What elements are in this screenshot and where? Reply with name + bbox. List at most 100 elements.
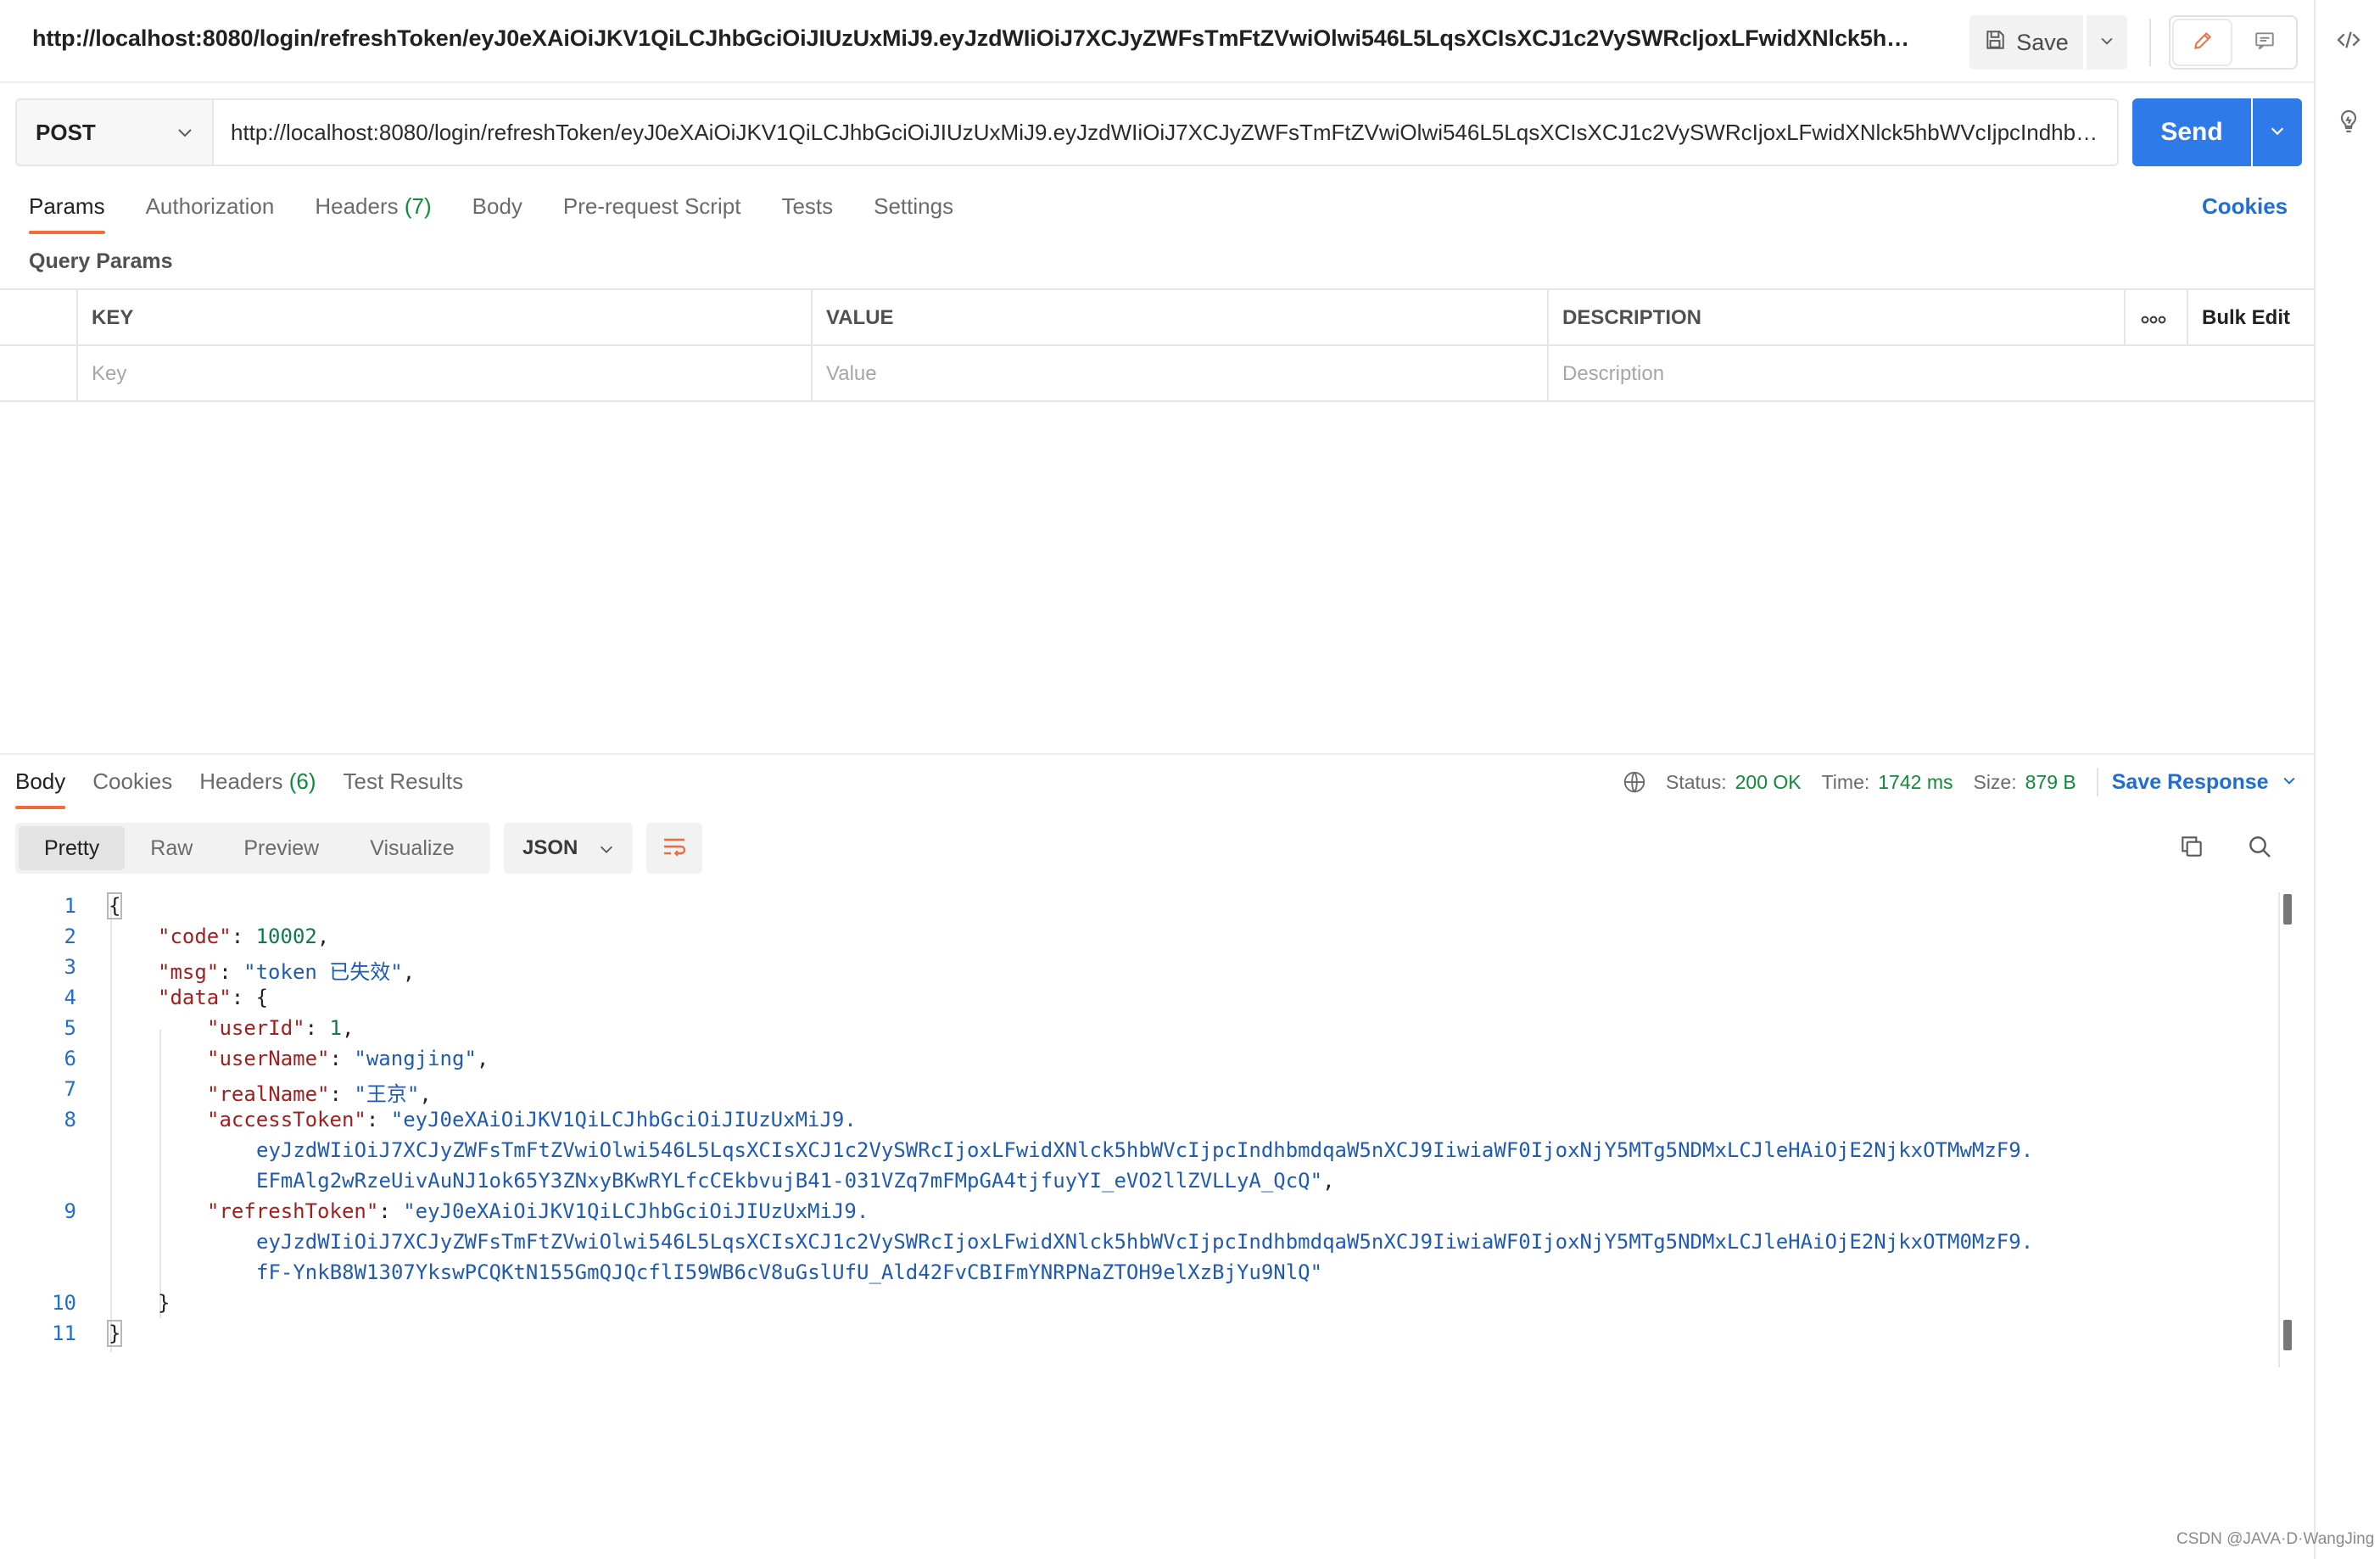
json-key: "accessToken"	[207, 1108, 366, 1132]
value-input[interactable]: Value	[811, 346, 1547, 402]
comments-mode-button[interactable]	[2236, 20, 2293, 64]
description-input[interactable]: Description	[1547, 346, 2293, 402]
tab-headers[interactable]: Headers (7)	[315, 192, 431, 234]
wrap-lines-icon	[661, 835, 688, 863]
request-title[interactable]: http://localhost:8080/login/refreshToken…	[32, 25, 1915, 52]
mode-toggle	[2169, 15, 2298, 70]
json-comma: ,	[316, 925, 330, 948]
save-button[interactable]: Save	[1969, 15, 2083, 70]
json-string: "eyJ0eXAiOiJKV1QiLCJhbGciOiJIUzUxMiJ9.	[403, 1199, 869, 1223]
wrap-lines-button[interactable]	[646, 823, 702, 874]
json-string: eyJzdWIiOiJ7XCJyZWFsTmFtZVwiOlwi546L5Lqs…	[256, 1138, 2034, 1162]
json-brace: }	[106, 1320, 123, 1347]
json-string: "eyJ0eXAiOiJKV1QiLCJhbGciOiJIUzUxMiJ9.	[390, 1108, 857, 1132]
url-value: http://localhost:8080/login/refreshToken…	[231, 119, 2100, 145]
more-options-button[interactable]	[2126, 290, 2187, 346]
view-pretty[interactable]: Pretty	[19, 826, 126, 870]
code-line: "data": {	[158, 986, 268, 1009]
line-number: 1	[64, 894, 76, 918]
send-button[interactable]: Send	[2132, 98, 2251, 166]
json-string: fF-YnkB8W1307YkswPCQKtN155GmQJQcflI59WB6…	[256, 1260, 1323, 1284]
json-key: "realName"	[207, 1082, 330, 1106]
size-value[interactable]: 879 B	[2025, 771, 2076, 794]
response-headers-count: (6)	[288, 768, 316, 794]
tab-response-cookies[interactable]: Cookies	[92, 767, 172, 809]
chevron-down-icon	[175, 122, 195, 148]
key-input[interactable]: Key	[76, 346, 811, 402]
view-visualize[interactable]: Visualize	[344, 826, 480, 870]
line-number: 11	[52, 1322, 76, 1345]
chevron-down-icon	[597, 840, 616, 864]
json-string: eyJzdWIiOiJ7XCJyZWFsTmFtZVwiOlwi546L5Lqs…	[256, 1230, 2034, 1254]
json-colon: :	[329, 1082, 355, 1106]
send-options-button[interactable]	[2253, 98, 2302, 166]
format-select[interactable]: JSON	[504, 823, 633, 874]
line-number: 2	[64, 925, 76, 948]
line-number: 4	[64, 986, 76, 1009]
edit-mode-button[interactable]	[2174, 20, 2231, 64]
json-key: "userId"	[207, 1016, 305, 1040]
json-key: "userName"	[207, 1047, 330, 1070]
save-response-label: Save Response	[2111, 769, 2269, 794]
json-colon: :	[329, 1047, 355, 1070]
response-body-viewer[interactable]: 1 2 3 4 5 6 7 8 9 10 11 { "code": 10002,…	[0, 892, 2290, 1367]
status-label: Status:	[1666, 770, 1727, 793]
json-comma: ,	[476, 1047, 489, 1070]
tab-settings[interactable]: Settings	[874, 192, 953, 234]
tab-response-body[interactable]: Body	[15, 767, 66, 809]
view-preview[interactable]: Preview	[218, 826, 344, 870]
query-params-label: Query Params	[29, 249, 173, 273]
search-button[interactable]	[2241, 830, 2278, 867]
tab-authorization[interactable]: Authorization	[146, 192, 275, 234]
json-comma: ,	[341, 1016, 355, 1040]
tab-body[interactable]: Body	[472, 192, 522, 234]
time-value[interactable]: 1742 ms	[1878, 771, 1953, 794]
save-response-button[interactable]: Save Response	[2112, 770, 2298, 795]
scrollbar-marker	[2283, 1320, 2292, 1350]
json-brace: {	[106, 892, 123, 919]
save-options-button[interactable]	[2087, 15, 2127, 70]
code-snippet-button[interactable]	[2327, 20, 2370, 63]
method-select[interactable]: POST	[15, 98, 212, 166]
json-string: "王京"	[354, 1082, 420, 1106]
tab-tests[interactable]: Tests	[781, 192, 833, 234]
json-open-brace: : {	[231, 986, 269, 1009]
line-number: 3	[64, 955, 76, 979]
json-colon: :	[366, 1108, 391, 1132]
json-colon: :	[378, 1199, 404, 1223]
column-header-key: KEY	[92, 306, 134, 329]
tab-pre-request-script[interactable]: Pre-request Script	[563, 192, 741, 234]
line-number: 8	[64, 1108, 76, 1132]
code-icon	[2335, 26, 2362, 58]
save-group: Save	[1969, 15, 2127, 70]
more-icon	[2141, 306, 2166, 330]
line-number: 5	[64, 1016, 76, 1040]
url-input[interactable]: http://localhost:8080/login/refreshToken…	[212, 98, 2119, 166]
scrollbar-thumb[interactable]	[2283, 894, 2292, 925]
tab-response-headers[interactable]: Headers (6)	[199, 767, 316, 809]
globe-icon[interactable]	[1622, 769, 1647, 795]
chevron-down-icon	[2281, 770, 2298, 795]
column-header-description: DESCRIPTION	[1562, 306, 1702, 329]
response-tabs: Body Cookies Headers (6) Test Results	[15, 767, 463, 809]
json-colon: :	[304, 1016, 330, 1040]
tab-params[interactable]: Params	[29, 192, 105, 234]
code-line: "userId": 1,	[207, 1016, 354, 1040]
view-raw[interactable]: Raw	[125, 826, 218, 870]
json-string: "token 已失效"	[243, 960, 403, 984]
code-line: fF-YnkB8W1307YkswPCQKtN155GmQJQcflI59WB6…	[256, 1260, 1322, 1284]
headers-count: (7)	[404, 193, 432, 219]
response-divider[interactable]	[0, 753, 2314, 755]
scrollbar-track[interactable]	[2278, 892, 2280, 1367]
chevron-down-icon	[2098, 32, 2115, 53]
bulk-edit-button[interactable]: Bulk Edit	[2187, 290, 2290, 346]
status-value[interactable]: 200 OK	[1735, 771, 1802, 794]
title-bar: http://localhost:8080/login/refreshToken…	[0, 0, 2314, 83]
copy-button[interactable]	[2173, 830, 2210, 867]
context-info-button[interactable]	[2327, 102, 2370, 144]
search-icon	[2246, 833, 2273, 864]
tab-test-results[interactable]: Test Results	[344, 767, 464, 809]
request-tabs: Params Authorization Headers (7) Body Pr…	[29, 192, 953, 234]
cookies-link[interactable]: Cookies	[2202, 193, 2288, 220]
json-key: "refreshToken"	[207, 1199, 379, 1223]
